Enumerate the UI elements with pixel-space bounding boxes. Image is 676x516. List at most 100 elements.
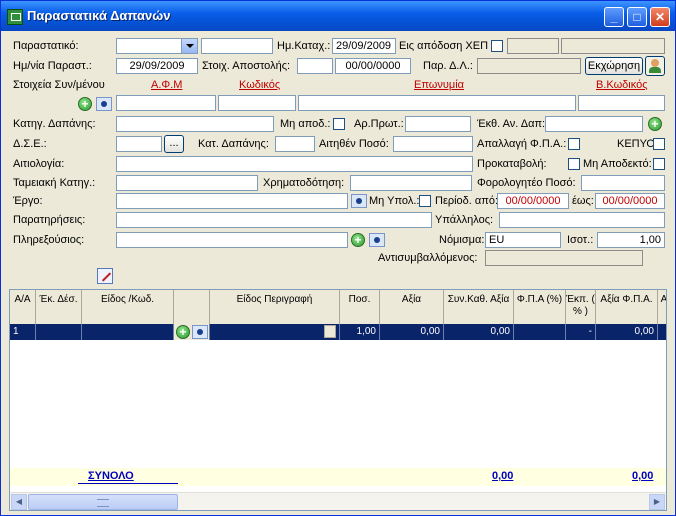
cell-ekdes[interactable] — [36, 324, 82, 340]
col-fpa-pct[interactable]: Φ.Π.Α (%) — [514, 290, 566, 324]
scroll-left-icon[interactable]: ◀ — [11, 494, 27, 510]
hm-kataxorisis-input[interactable]: 29/09/2009 — [332, 38, 396, 54]
eye-icon[interactable] — [192, 325, 208, 339]
afm-input[interactable] — [116, 95, 216, 111]
kepyo-checkbox[interactable] — [653, 138, 665, 150]
scroll-thumb[interactable] — [28, 494, 178, 510]
totals-row: ΣΥΝΟΛΟ 0,00 0,00 — [10, 468, 666, 486]
add-icon[interactable]: + — [78, 97, 92, 111]
mi-ypol-label: Μη Υπολ.: — [369, 195, 420, 207]
paratiriseis-input[interactable] — [116, 212, 432, 228]
table-row[interactable]: 1 + 1,00 0,00 0,00 - 0,00 — [10, 324, 666, 340]
aitithen-input[interactable] — [393, 136, 473, 152]
dse-input[interactable] — [116, 136, 162, 152]
isot-label: Ισοτ.: — [567, 234, 594, 246]
xrimatodotisi-input[interactable] — [350, 175, 472, 191]
total-syn-kath-axia: 0,00 — [492, 470, 514, 482]
scroll-right-icon[interactable]: ▶ — [649, 494, 665, 510]
par-dl-field — [477, 58, 581, 74]
kat-dapanis-input[interactable] — [275, 136, 315, 152]
isot-input[interactable]: 1,00 — [597, 232, 665, 248]
cell-aa[interactable]: 1 — [10, 324, 36, 340]
stoix-apostolis-input[interactable] — [297, 58, 333, 74]
user-icon[interactable] — [645, 56, 665, 76]
mi-apodekto-checkbox[interactable] — [653, 158, 665, 170]
col-ekp[interactable]: Έκπ. ( % ) — [566, 290, 596, 324]
cell-pos[interactable]: 1,00 — [340, 324, 380, 340]
cell-icons: + — [174, 324, 210, 340]
minimize-button[interactable]: _ — [604, 7, 624, 27]
eos-label: έως: — [572, 195, 594, 207]
col-eidos-kod[interactable]: Είδος /Κωδ. — [82, 290, 174, 324]
kat-dapanis-label: Κατ. Δαπάνης: — [198, 138, 269, 150]
prokatavoli-checkbox[interactable] — [568, 158, 580, 170]
cell-axia[interactable]: 0,00 — [380, 324, 444, 340]
dse-label: Δ.Σ.Ε.: — [13, 138, 47, 150]
cell-eidos-perigrafi[interactable] — [210, 324, 340, 340]
eye-icon[interactable] — [351, 194, 367, 208]
form-area: Παραστατικό: Ημ.Καταχ.: 29/09/2009 Εις α… — [5, 31, 671, 513]
col-axia-fpa[interactable]: Αξία Φ.Π.Α. — [596, 290, 658, 324]
eponymia-input[interactable] — [298, 95, 576, 111]
aitiologia-input[interactable] — [116, 156, 473, 172]
eis-apodosi-checkbox[interactable] — [491, 40, 503, 52]
maximize-button[interactable]: □ — [627, 7, 647, 27]
ekth-input[interactable] — [545, 116, 643, 132]
cell-fpa-pct[interactable] — [514, 324, 566, 340]
ekxorisi-button[interactable]: Εκχώρηση — [585, 57, 643, 75]
col-eidos-perigrafi[interactable]: Είδος Περιγραφή — [210, 290, 340, 324]
forologiteo-input[interactable] — [581, 175, 665, 191]
add-icon[interactable]: + — [351, 233, 365, 247]
nomisma-input[interactable]: EU — [485, 232, 561, 248]
parastatiko-number-input[interactable] — [201, 38, 273, 54]
hm-parast-input[interactable]: 29/09/2009 — [116, 58, 198, 74]
stoix-apostolis-date[interactable]: 00/00/0000 — [335, 58, 411, 74]
par-dl-label: Παρ. Δ.Λ.: — [423, 60, 473, 72]
edit-icon[interactable] — [97, 268, 113, 284]
col-ekdes[interactable]: Έκ. Δέσ. — [36, 290, 82, 324]
eos-input[interactable]: 00/00/0000 — [595, 193, 665, 209]
kodikos-input[interactable] — [218, 95, 296, 111]
items-grid: Α/Α Έκ. Δέσ. Είδος /Κωδ. Είδος Περιγραφή… — [9, 289, 667, 511]
vkodikos-header: Β.Κωδικός — [596, 79, 648, 91]
add-icon[interactable]: + — [176, 325, 190, 339]
ypallilos-label: Υπάλληλος: — [435, 214, 494, 226]
cell-syn-kath-axia[interactable]: 0,00 — [444, 324, 514, 340]
description-button[interactable] — [324, 325, 336, 338]
parastatiko-select[interactable] — [116, 38, 198, 54]
horizontal-scrollbar[interactable]: ◀ ▶ — [10, 492, 666, 510]
chevron-down-icon[interactable] — [181, 39, 197, 53]
ergo-input[interactable] — [116, 193, 348, 209]
col-aa[interactable]: Α/Α — [10, 290, 36, 324]
main-window: Παραστατικά Δαπανών _ □ ✕ Παραστατικό: Η… — [0, 0, 676, 516]
plirexousios-input[interactable] — [116, 232, 348, 248]
forologiteo-label: Φορολογητέο Ποσό: — [477, 177, 576, 189]
eye-icon[interactable] — [96, 97, 112, 111]
col-pos[interactable]: Ποσ. — [340, 290, 380, 324]
col-more[interactable]: Α — [658, 290, 666, 324]
mi-apod-checkbox[interactable] — [333, 118, 345, 130]
tameiaki-input[interactable] — [116, 175, 258, 191]
eye-icon[interactable] — [369, 233, 385, 247]
apallagi-checkbox[interactable] — [568, 138, 580, 150]
title-bar[interactable]: Παραστατικά Δαπανών _ □ ✕ — [1, 1, 675, 31]
vkodikos-input[interactable] — [578, 95, 665, 111]
col-syn-kath-axia[interactable]: Συν.Καθ. Αξία — [444, 290, 514, 324]
cell-ekp[interactable]: - — [566, 324, 596, 340]
add-icon[interactable]: + — [648, 117, 662, 131]
mi-ypol-checkbox[interactable] — [419, 195, 431, 207]
prokatavoli-label: Προκαταβολή: — [477, 158, 547, 170]
aitithen-label: Αιτηθέν Ποσό: — [319, 138, 389, 150]
close-button[interactable]: ✕ — [650, 7, 670, 27]
ar-prot-input[interactable] — [405, 116, 471, 132]
periodos-apo-input[interactable]: 00/00/0000 — [497, 193, 569, 209]
dse-browse-button[interactable]: ... — [164, 135, 184, 153]
hm-kataxorisis-label: Ημ.Καταχ.: — [277, 40, 331, 52]
mi-apod-label: Μη αποδ.: — [280, 118, 331, 130]
ypallilos-input[interactable] — [499, 212, 665, 228]
cell-eidos-kod[interactable] — [82, 324, 174, 340]
nomisma-label: Νόμισμα: — [439, 234, 485, 246]
col-axia[interactable]: Αξία — [380, 290, 444, 324]
katigoria-input[interactable] — [116, 116, 274, 132]
cell-axia-fpa[interactable]: 0,00 — [596, 324, 658, 340]
